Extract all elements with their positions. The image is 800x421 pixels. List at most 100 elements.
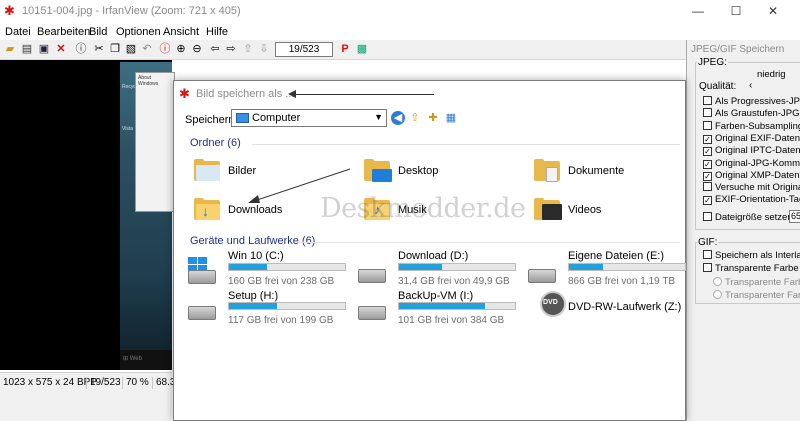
documents-folder-icon[interactable]	[534, 159, 560, 182]
window-title: 10151-004.jpg - IrfanView (Zoom: 721 x 4…	[22, 5, 241, 17]
status-resolution: 1023 x 575 x 24 BPP	[3, 377, 97, 388]
open-folder-icon[interactable]: ▰	[3, 42, 17, 56]
checked-checkbox[interactable]: ✓	[703, 171, 712, 181]
hard-drive-icon	[188, 306, 216, 320]
folders-divider	[252, 144, 680, 145]
minimize-button[interactable]: —	[691, 4, 705, 18]
checked-checkbox[interactable]: ✓	[703, 134, 712, 144]
menu-bearbeiten[interactable]: Bearbeiten	[37, 26, 90, 38]
delete-icon[interactable]: ✕	[54, 42, 68, 56]
page-counter[interactable]: 19/523	[275, 42, 333, 57]
save-in-dropdown[interactable]: Computer ▼	[231, 109, 387, 127]
filesize-input[interactable]: 65	[789, 210, 800, 223]
paste-icon[interactable]: ▧	[124, 42, 138, 56]
paint-icon[interactable]: ▩	[355, 42, 369, 56]
gif-option-row[interactable]: Speichern als Interlaced	[703, 250, 800, 262]
folder-videos[interactable]: Videos	[568, 204, 601, 216]
first-image-icon[interactable]: ⇧	[241, 42, 255, 56]
folder-desktop[interactable]: Desktop	[398, 165, 438, 177]
gif-radio-row[interactable]: Transparenter Farbe	[713, 290, 800, 302]
drives-header: Geräte und Laufwerke (6)	[190, 235, 316, 247]
checkbox[interactable]	[703, 263, 712, 272]
print-icon[interactable]: P	[338, 42, 352, 56]
hard-drive-icon	[358, 306, 386, 320]
jpeg-gif-save-panel: JPEG/GIF Speichern JPEG: niedrig Qualitä…	[686, 40, 800, 421]
filesize-label: Dateigröße setzen:	[715, 212, 796, 223]
filesize-checkbox-row[interactable]: Dateigröße setzen:	[703, 212, 795, 224]
taskbar-search-text: Web	[129, 356, 142, 362]
jpeg-option-row[interactable]: ✓Original XMP-Daten beh	[703, 170, 800, 182]
jpeg-option-row[interactable]: ✓EXIF-Orientation-Tag zur	[703, 194, 800, 206]
hard-drive-icon	[358, 269, 386, 283]
jpeg-option-row[interactable]: Versuche mit Original-JP	[703, 182, 800, 194]
windows-logo-icon: ⊞	[123, 356, 130, 362]
maximize-button[interactable]: ☐	[729, 4, 743, 18]
menu-hilfe[interactable]: Hilfe	[206, 26, 228, 38]
jpeg-option-label: Farben-Subsampling dea	[715, 120, 800, 132]
jpeg-option-label: Original EXIF-Daten beh	[715, 132, 800, 144]
dialog-title-bar: ✱ Bild speichern als ...	[174, 81, 685, 107]
jpeg-option-row[interactable]: Als Graustufen-JPG spei	[703, 108, 800, 120]
last-image-icon[interactable]: ⇩	[257, 42, 271, 56]
irfanview-app-icon: ✱	[4, 3, 15, 18]
view-menu-icon[interactable]: ▦	[444, 111, 458, 125]
slideshow-icon[interactable]: ▤	[20, 42, 34, 56]
drive-name: DVD-RW-Laufwerk (Z:)	[568, 301, 682, 313]
checked-checkbox[interactable]: ✓	[703, 159, 712, 169]
drive-usage-bar	[398, 263, 516, 271]
checkbox[interactable]	[703, 120, 712, 130]
folder-dokumente[interactable]: Dokumente	[568, 165, 624, 177]
gif-option-row[interactable]: Transparente Farbe spei	[703, 263, 800, 275]
zoom-out-icon[interactable]: ⊖	[190, 42, 204, 56]
gif-radio-row[interactable]: Transparente Farbe	[713, 277, 800, 289]
cut-icon[interactable]: ✂	[92, 42, 106, 56]
quality-label: Qualität:	[699, 81, 737, 92]
pictures-folder-icon[interactable]	[194, 159, 220, 181]
menu-optionen[interactable]: Optionen	[116, 26, 161, 38]
menu-bild[interactable]: Bild	[89, 26, 107, 38]
jpeg-option-row[interactable]: ✓Original-JPG-Kommentar	[703, 158, 800, 170]
info-icon[interactable]: ⓘ	[74, 42, 88, 56]
menu-datei[interactable]: Datei	[5, 26, 31, 38]
zoom-in-icon[interactable]: ⊕	[174, 42, 188, 56]
checkbox[interactable]	[703, 96, 712, 105]
gif-option-label: Speichern als Interlaced	[715, 250, 800, 261]
menu-ansicht[interactable]: Ansicht	[163, 26, 199, 38]
desktop-folder-icon[interactable]	[364, 159, 392, 182]
drive-usage-bar	[228, 263, 346, 271]
up-folder-icon[interactable]: ⇧	[408, 111, 422, 125]
jpeg-option-row[interactable]: Als Progressives-JPG sp	[703, 96, 800, 108]
new-folder-icon[interactable]: ✚	[426, 111, 440, 125]
jpeg-option-row[interactable]: Farben-Subsampling dea	[703, 120, 800, 133]
checked-checkbox[interactable]: ✓	[703, 196, 712, 206]
checkbox[interactable]	[703, 108, 712, 118]
transparent-radio[interactable]	[713, 277, 722, 286]
checkbox[interactable]	[703, 182, 712, 192]
gif-radio-label: Transparente Farbe	[725, 277, 800, 288]
quality-slider-arrow[interactable]: ‹	[749, 80, 752, 91]
info-circle-icon[interactable]: ⓘ	[158, 42, 172, 56]
downloads-folder-icon[interactable]: ↓	[194, 198, 220, 220]
dialog-title: Bild speichern als ...	[196, 88, 295, 100]
videos-folder-icon[interactable]	[534, 198, 562, 220]
next-arrow-icon[interactable]: ⇨	[224, 42, 238, 56]
back-icon[interactable]: ◀	[391, 111, 405, 125]
jpeg-group-label: JPEG:	[697, 57, 728, 68]
close-button[interactable]: ✕	[766, 4, 780, 18]
status-bar: 1023 x 575 x 24 BPP 19/523 70 % 68.3	[0, 372, 175, 390]
jpeg-option-row[interactable]: ✓Original EXIF-Daten beh	[703, 133, 800, 145]
previous-arrow-icon[interactable]: ⇦	[208, 42, 222, 56]
jpeg-option-row[interactable]: ✓Original IPTC-Daten beh	[703, 145, 800, 157]
save-icon[interactable]: ▣	[37, 42, 51, 56]
filesize-checkbox[interactable]	[703, 212, 712, 221]
panel-title: JPEG/GIF Speichern	[691, 44, 785, 55]
transparent-radio[interactable]	[713, 290, 722, 299]
toolbar: ▰ ▤ ▣ ✕ ⓘ ✂ ❐ ▧ ↶ ⓘ ⊕ ⊖ ⇦ ⇨ ⇧ ⇩ 19/523 P…	[0, 40, 800, 60]
watermark: Deskmodder.de	[320, 193, 526, 224]
undo-icon[interactable]: ↶	[140, 42, 154, 56]
copy-icon[interactable]: ❐	[108, 42, 122, 56]
checked-checkbox[interactable]: ✓	[703, 147, 712, 157]
desktop-icon-label: Recyc	[122, 84, 136, 90]
irfanview-dialog-icon: ✱	[179, 86, 190, 101]
checkbox[interactable]	[703, 250, 712, 259]
